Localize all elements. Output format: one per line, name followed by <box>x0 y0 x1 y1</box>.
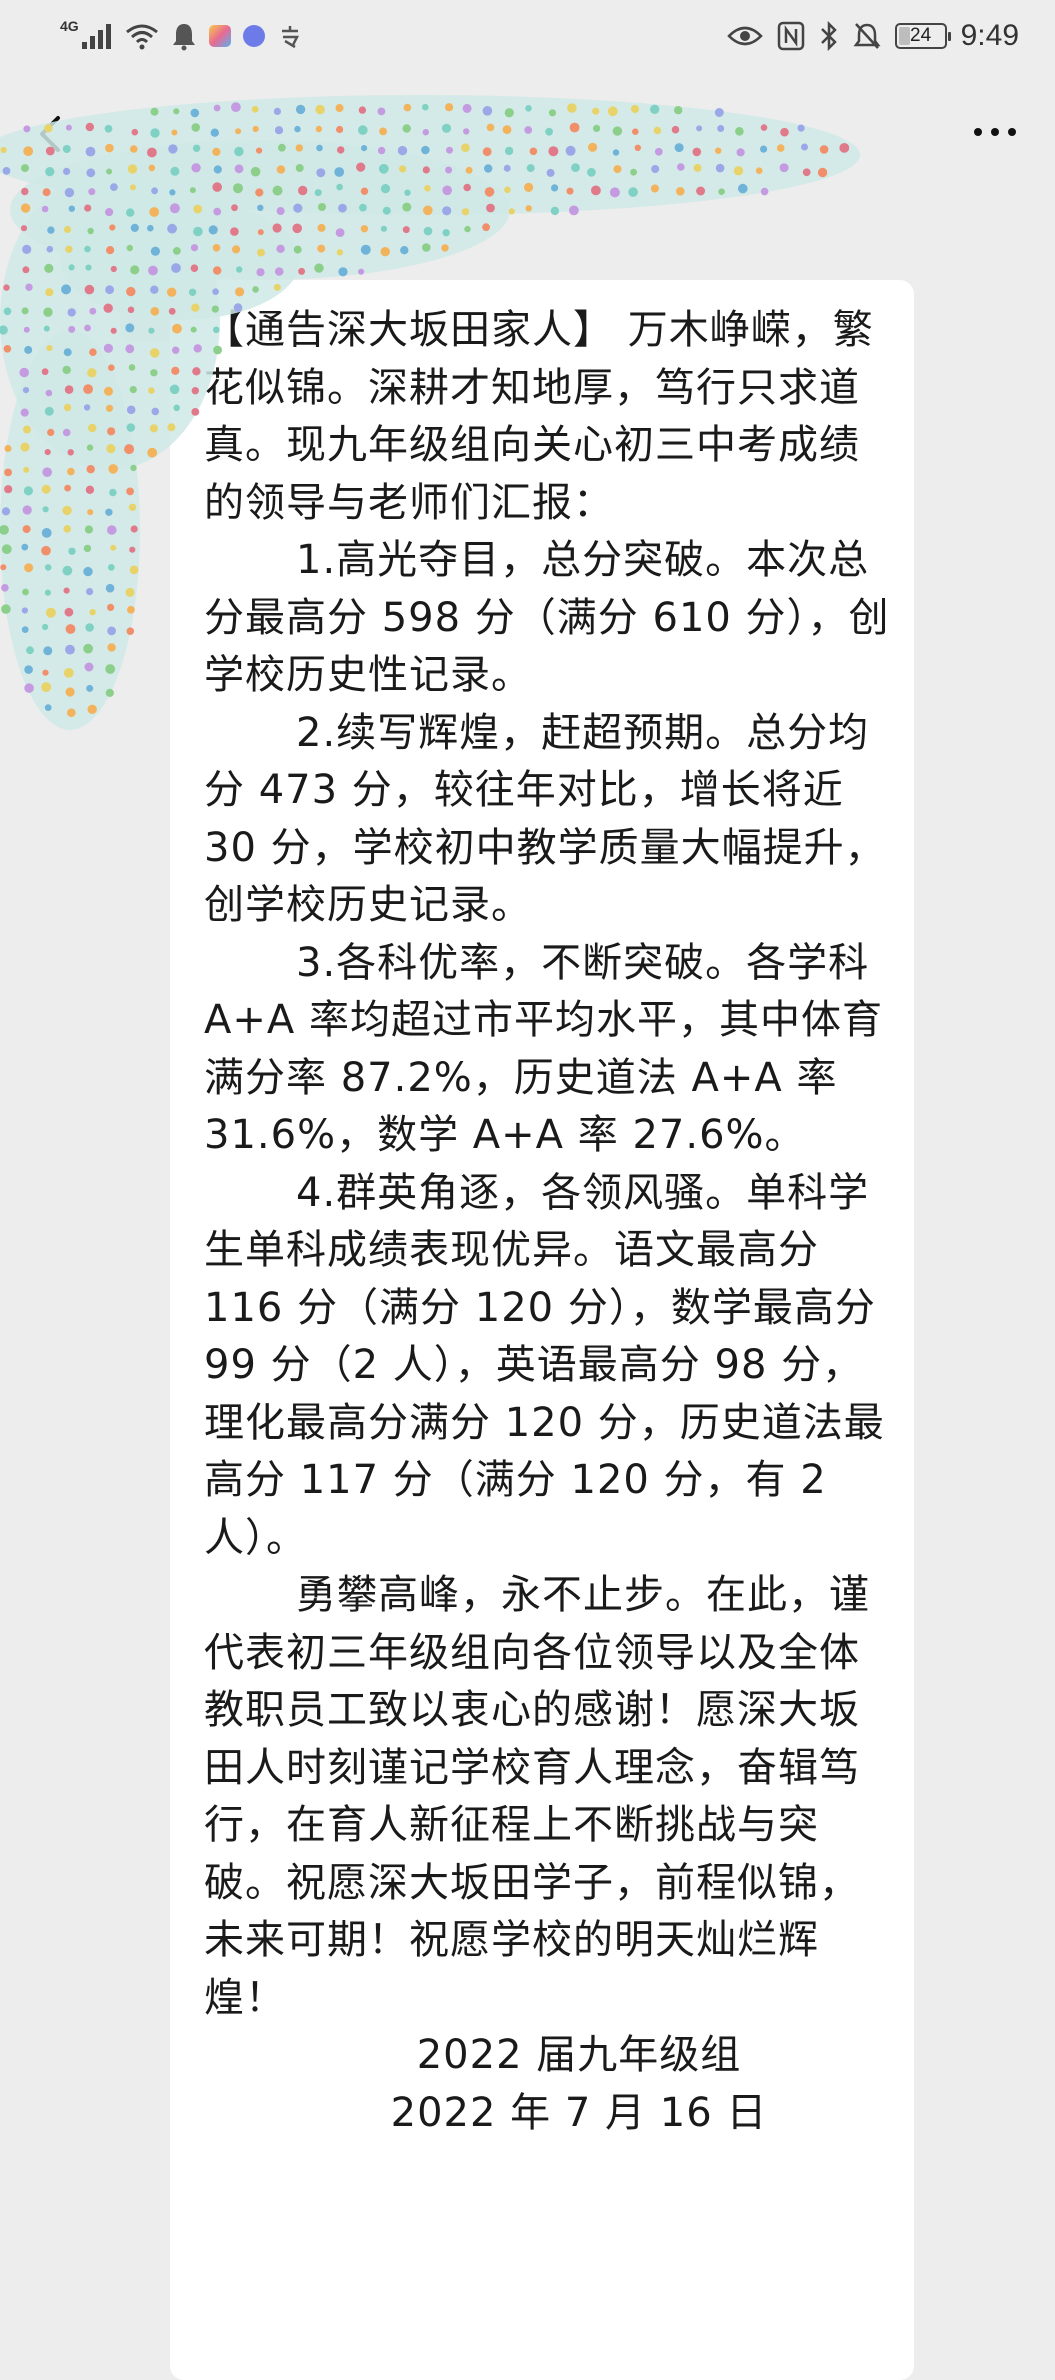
eye-icon <box>726 26 763 46</box>
bluetooth-icon <box>820 21 837 51</box>
message-bubble[interactable]: 【通告深大坂田家人】 万木峥嵘，繁花似锦。深耕才知地厚，笃行只求道真。现九年级组… <box>170 280 914 2380</box>
more-dot <box>991 128 999 136</box>
status-right-group: 24 9:49 <box>726 16 1019 56</box>
network-type-label: 4G <box>60 18 79 34</box>
status-left-group: 4G <box>60 16 303 56</box>
wifi-icon <box>125 24 158 50</box>
app-icon-misc <box>281 26 299 49</box>
battery-fill <box>898 27 910 45</box>
message-signature: 2022 届九年级组 <box>416 2032 742 2078</box>
chat-title-bar <box>0 72 1055 202</box>
message-date: 2022 年 7 月 16 日 <box>390 2089 768 2136</box>
notification-bell-icon <box>172 24 195 51</box>
nfc-icon <box>777 21 804 51</box>
message-paragraph-closing: 勇攀高峰，永不止步。在此，谨代表初三年级组向各位领导以及全体教职员工致以衷心的感… <box>204 1572 870 2021</box>
chat-area[interactable]: 【通告深大坂田家人】 万木峥嵘，繁花似锦。深耕才知地厚，笃行只求道真。现九年级组… <box>0 202 1055 2380</box>
message-paragraph-4: 4.群英角逐，各领风骚。单科学生单科成绩表现优异。语文最高分 116 分（满分 … <box>204 1169 885 1561</box>
app-icon-colorful <box>208 25 231 47</box>
clock-time: 9:49 <box>960 19 1019 52</box>
message-paragraph-1: 1.高光夺目，总分突破。本次总分最高分 598 分（满分 610 分），创学校历… <box>204 537 890 698</box>
message-paragraph-3: 3.各科优率，不断突破。各学科 A+A 率均超过市平均水平，其中体育满分率 87… <box>204 939 883 1159</box>
chevron-left-icon[interactable] <box>30 112 74 156</box>
message-paragraph-2: 2.续写辉煌，赶超预期。总分均分 473 分，较往年对比，增长将近 30 分，学… <box>204 709 886 929</box>
status-bar: 4G 24 9:49 <box>0 0 1055 72</box>
more-dots-icon[interactable] <box>965 112 1025 152</box>
battery-level-label: 24 <box>910 25 932 46</box>
mute-icon <box>853 23 881 49</box>
message-text: 【通告深大坂田家人】 万木峥嵘，繁花似锦。深耕才知地厚，笃行只求道真。现九年级组… <box>204 302 894 2142</box>
signal-icon <box>81 24 111 49</box>
more-dot <box>974 128 982 136</box>
battery-icon: 24 <box>894 23 951 49</box>
more-dot <box>1008 128 1016 136</box>
message-paragraph-intro: 【通告深大坂田家人】 万木峥嵘，繁花似锦。深耕才知地厚，笃行只求道真。现九年级组… <box>204 307 874 526</box>
app-icon-blue <box>242 25 265 47</box>
